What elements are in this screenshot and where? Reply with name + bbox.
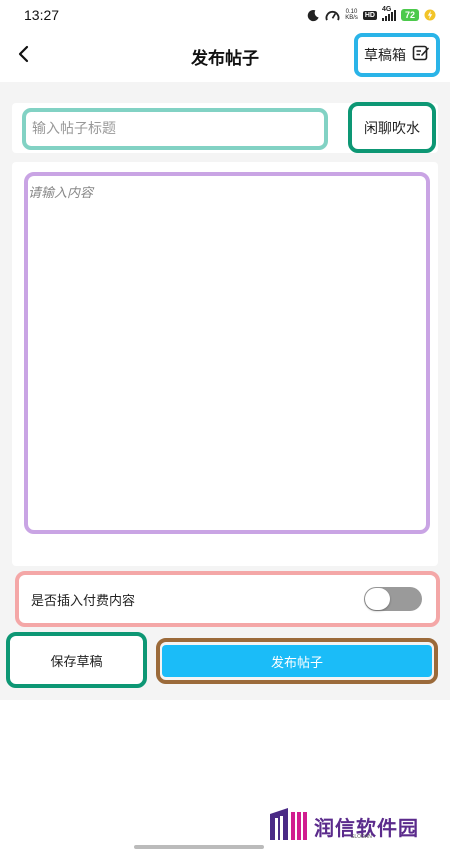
status-time: 13:27 bbox=[24, 7, 60, 23]
app-header: 发布帖子 草稿箱 bbox=[0, 30, 450, 82]
post-content-input[interactable] bbox=[28, 182, 426, 530]
category-selector[interactable]: 闲聊吹水 bbox=[348, 102, 436, 153]
title-input-wrapper bbox=[22, 108, 328, 150]
signal-icon: 4G bbox=[381, 6, 396, 21]
publish-button[interactable]: 发布帖子 bbox=[162, 645, 432, 677]
edit-note-icon bbox=[412, 44, 430, 66]
charging-icon bbox=[424, 9, 436, 21]
content-input-wrapper bbox=[24, 172, 430, 534]
paid-content-toggle[interactable] bbox=[364, 587, 422, 611]
status-bar: 13:27 0.10 KB/s HD 4G 72 bbox=[0, 0, 450, 30]
watermark-logo-icon bbox=[268, 806, 308, 846]
paid-content-label: 是否插入付费内容 bbox=[31, 593, 136, 609]
net-speed-unit: KB/s bbox=[345, 15, 358, 21]
toggle-knob bbox=[365, 588, 390, 610]
hd-badge: HD bbox=[362, 10, 377, 20]
status-icons: 0.10 KB/s HD 4G 72 bbox=[307, 6, 436, 22]
net-speed: 0.10 KB/s bbox=[345, 9, 358, 21]
paid-content-row: 是否插入付费内容 bbox=[15, 571, 440, 627]
post-title-input[interactable] bbox=[32, 121, 318, 137]
drafts-label: 草稿箱 bbox=[364, 48, 406, 64]
watermark: 润信软件园 SLOGAN bbox=[268, 806, 419, 846]
home-indicator[interactable] bbox=[134, 845, 264, 849]
save-draft-button[interactable]: 保存草稿 bbox=[6, 632, 147, 688]
battery-icon: 72 bbox=[400, 9, 419, 21]
network-type: 4G bbox=[381, 5, 392, 13]
publish-button-wrapper: 发布帖子 bbox=[156, 638, 438, 684]
moon-icon bbox=[307, 9, 320, 22]
watermark-slogan: SLOGAN bbox=[351, 834, 372, 840]
speedometer-icon bbox=[325, 9, 340, 22]
drafts-button[interactable]: 草稿箱 bbox=[354, 33, 440, 77]
